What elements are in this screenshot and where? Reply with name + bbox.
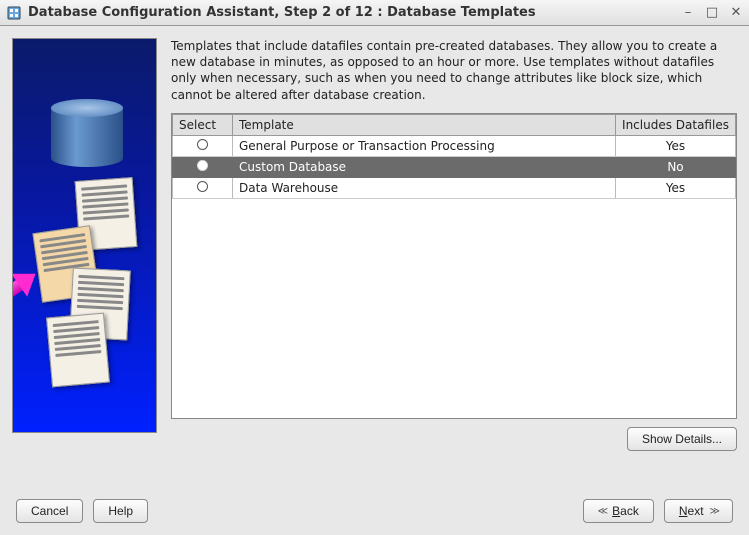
column-header-select: Select	[173, 114, 233, 135]
template-name-cell: Custom Database	[233, 156, 616, 177]
includes-datafiles-cell: Yes	[616, 177, 736, 198]
template-name-cell: Data Warehouse	[233, 177, 616, 198]
back-button[interactable]: ≪ Back	[583, 499, 654, 523]
chevron-left-icon: ≪	[598, 506, 606, 517]
app-icon	[6, 5, 22, 21]
table-row[interactable]: General Purpose or Transaction Processin…	[173, 135, 736, 156]
minimize-button[interactable]: –	[681, 5, 695, 20]
templates-table: Select Template Includes Datafiles Gener…	[171, 113, 737, 419]
wizard-illustration	[12, 38, 157, 433]
radio-icon[interactable]	[197, 139, 208, 150]
document-icon	[46, 313, 110, 388]
help-button[interactable]: Help	[93, 499, 148, 523]
maximize-button[interactable]: □	[705, 5, 719, 20]
includes-datafiles-cell: No	[616, 156, 736, 177]
select-cell[interactable]	[173, 135, 233, 156]
description-text: Templates that include datafiles contain…	[171, 38, 737, 103]
database-cylinder-icon	[51, 99, 123, 167]
wizard-nav-bar: Cancel Help ≪ Back Next ≫	[12, 499, 737, 523]
radio-icon[interactable]	[197, 160, 208, 171]
cancel-button[interactable]: Cancel	[16, 499, 83, 523]
radio-icon[interactable]	[197, 181, 208, 192]
column-header-template: Template	[233, 114, 616, 135]
close-button[interactable]: ✕	[729, 5, 743, 20]
show-details-button[interactable]: Show Details...	[627, 427, 737, 451]
chevron-right-icon: ≫	[710, 506, 718, 517]
window-title: Database Configuration Assistant, Step 2…	[28, 5, 675, 20]
includes-datafiles-cell: Yes	[616, 135, 736, 156]
client-area: Templates that include datafiles contain…	[0, 26, 749, 535]
select-cell[interactable]	[173, 177, 233, 198]
table-row[interactable]: Custom DatabaseNo	[173, 156, 736, 177]
back-label: Back	[612, 504, 639, 518]
table-row[interactable]: Data WarehouseYes	[173, 177, 736, 198]
titlebar: Database Configuration Assistant, Step 2…	[0, 0, 749, 26]
column-header-includes: Includes Datafiles	[616, 114, 736, 135]
template-name-cell: General Purpose or Transaction Processin…	[233, 135, 616, 156]
select-cell[interactable]	[173, 156, 233, 177]
next-button[interactable]: Next ≫	[664, 499, 733, 523]
next-label: Next	[679, 504, 704, 518]
